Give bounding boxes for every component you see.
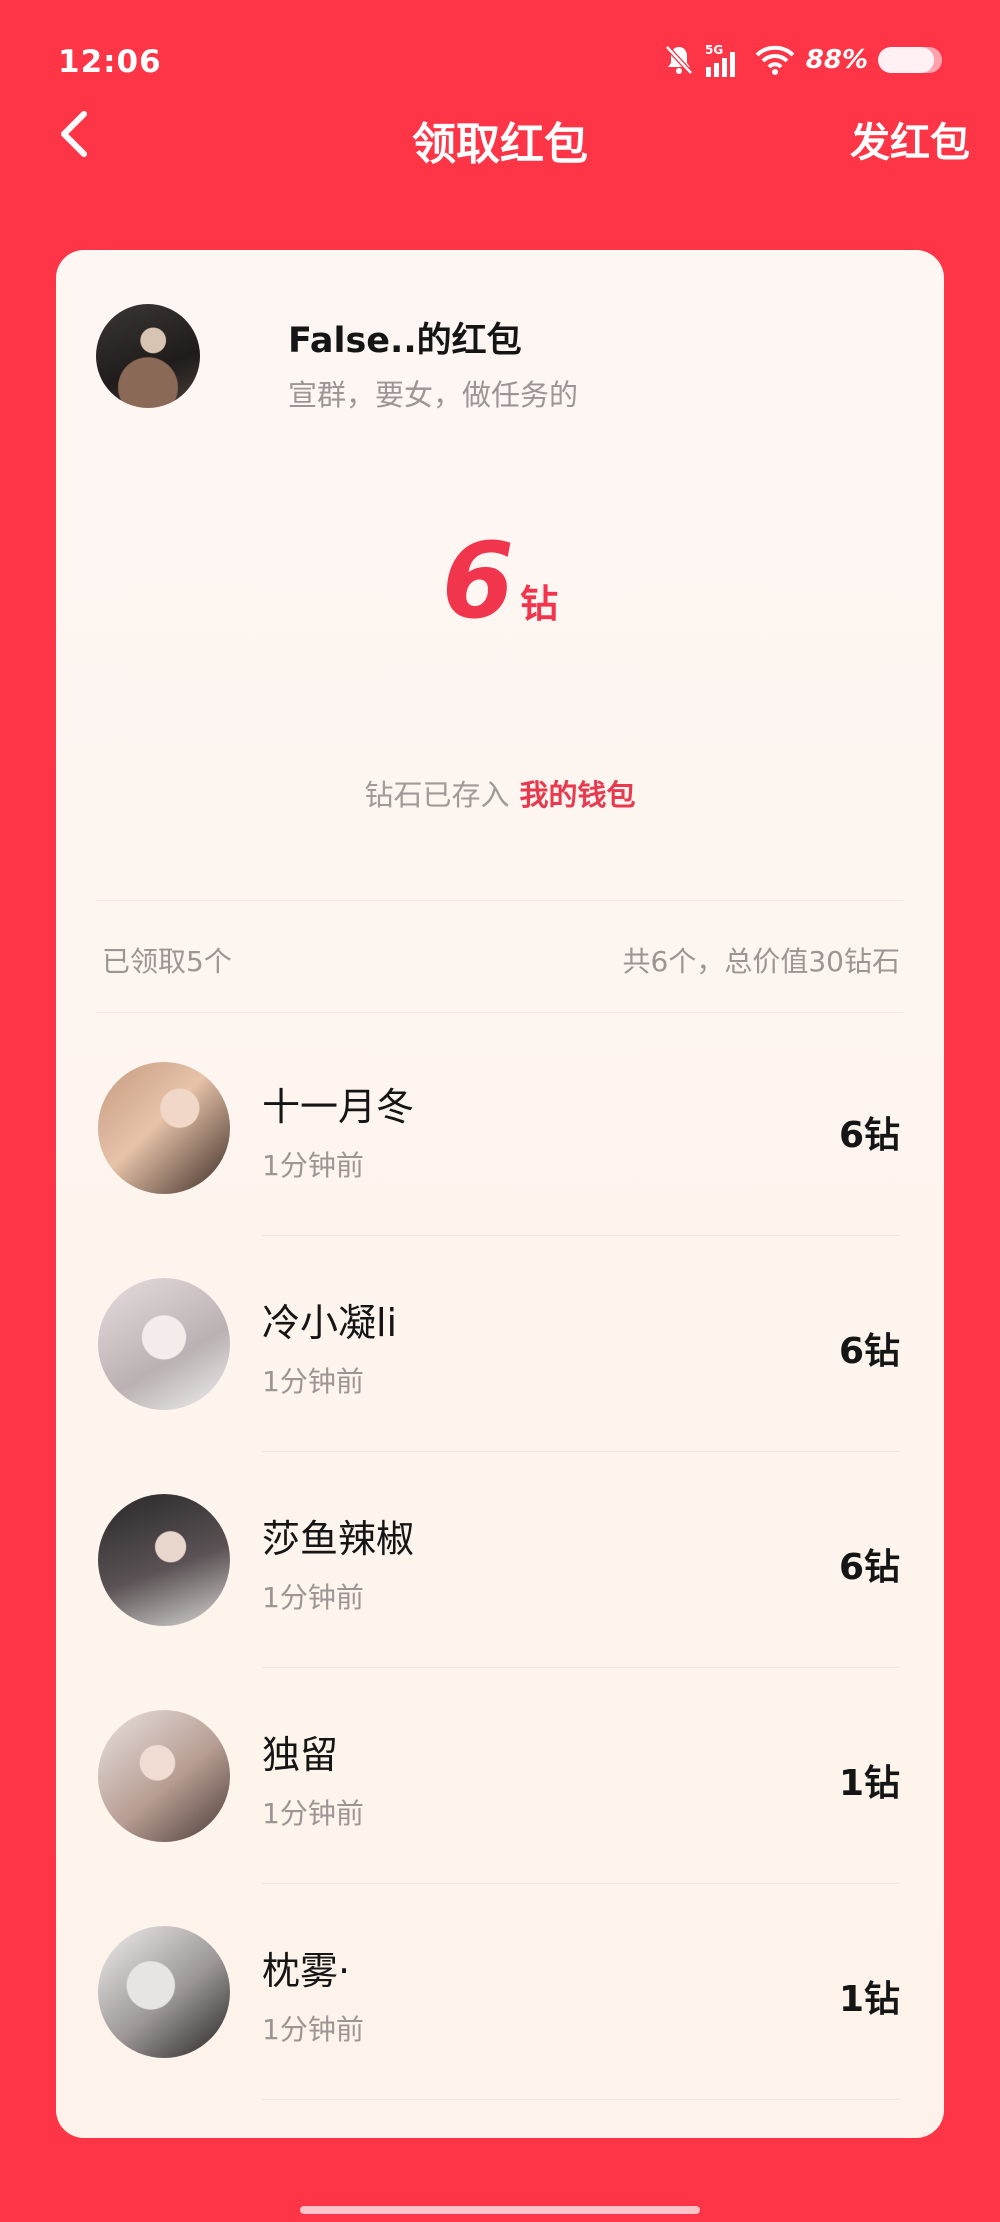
home-indicator[interactable] [300, 2206, 700, 2214]
sender-info: False..的红包 宣群，要女，做任务的 [96, 304, 896, 412]
divider [262, 2099, 900, 2100]
list-item[interactable]: 独留 1分钟前 1钻 [56, 1668, 944, 1884]
sender-name: False..的红包 [288, 321, 522, 361]
claim-amount: 6钻 [838, 1331, 900, 1372]
bell-off-icon [664, 45, 693, 75]
claim-amount: 1钻 [838, 1763, 900, 1804]
list-item[interactable]: 莎鱼辣椒 1分钟前 6钻 [56, 1452, 944, 1668]
claimer-name: 枕雾· [262, 1949, 351, 1993]
status-icons: 5G 88% [664, 42, 942, 78]
divider [96, 1012, 904, 1013]
claimer-name: 冷小凝li [262, 1301, 398, 1345]
claim-time: 1分钟前 [262, 2013, 364, 2046]
amount-value: 6 [441, 520, 515, 642]
claimed-count: 已领取5个 [102, 945, 232, 978]
red-packet-card: False..的红包 宣群，要女，做任务的 6钻 钻石已存入 我的钱包 已领取5个… [56, 250, 944, 2138]
my-wallet-link[interactable]: 我的钱包 [520, 778, 636, 812]
avatar [98, 1494, 230, 1626]
sender-note: 宣群，要女，做任务的 [288, 378, 579, 412]
status-bar: 12:06 5G 88% [0, 0, 1000, 100]
sender-avatar [96, 304, 200, 408]
send-red-packet-button[interactable]: 发红包 [850, 110, 970, 168]
claim-time: 1分钟前 [262, 1797, 364, 1830]
amount-unit: 钻 [520, 582, 559, 626]
signal-icon: 5G [705, 43, 735, 77]
claimer-name: 独留 [262, 1733, 339, 1777]
list-item[interactable]: 十一月冬 1分钟前 6钻 [56, 1020, 944, 1236]
claim-amount: 1钻 [838, 1979, 900, 2020]
claimer-name: 莎鱼辣椒 [262, 1517, 415, 1561]
deposit-text: 钻石已存入 [364, 778, 510, 812]
avatar [98, 1278, 230, 1410]
battery-fill [878, 47, 935, 73]
avatar [98, 1062, 230, 1194]
claimer-name: 十一月冬 [262, 1085, 415, 1129]
claim-amount: 6钻 [838, 1547, 900, 1588]
claim-time: 1分钟前 [262, 1149, 364, 1182]
deposit-notice: 钻石已存入 我的钱包 [56, 772, 944, 814]
avatar [98, 1710, 230, 1842]
network-label: 5G [705, 43, 723, 57]
avatar [98, 1926, 230, 2058]
list-item[interactable]: 枕雾· 1分钟前 1钻 [56, 1884, 944, 2100]
battery-icon [878, 47, 942, 73]
total-value: 共6个，总价值30钻石 [622, 945, 900, 978]
claim-amount: 6钻 [838, 1115, 900, 1156]
screen: 12:06 5G 88% 领取红包 发红包 False..的红包 宣群，要女，做… [0, 0, 1000, 2222]
nav-bar: 领取红包 发红包 [0, 100, 1000, 180]
divider [96, 900, 904, 901]
claim-time: 1分钟前 [262, 1581, 364, 1614]
status-time: 12:06 [58, 44, 162, 80]
list-item[interactable]: 冷小凝li 1分钟前 6钻 [56, 1236, 944, 1452]
received-amount: 6钻 [56, 520, 944, 642]
battery-percent: 88% [805, 45, 868, 75]
wifi-icon [755, 45, 795, 75]
claim-time: 1分钟前 [262, 1365, 364, 1398]
claims-list: 十一月冬 1分钟前 6钻 冷小凝li 1分钟前 6钻 莎鱼辣椒 1分钟前 6钻 [56, 1020, 944, 2100]
